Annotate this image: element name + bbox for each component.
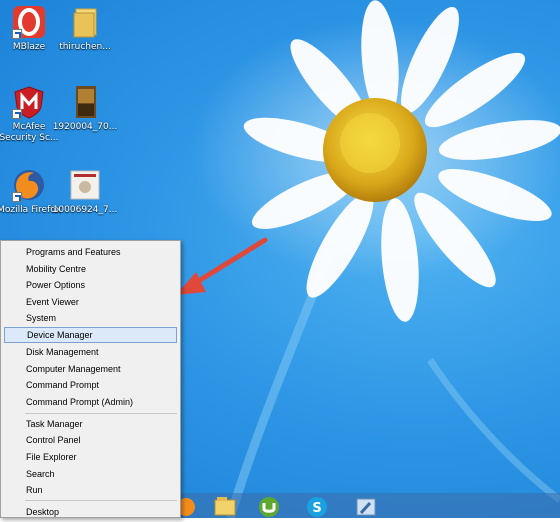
firefox-icon [12, 168, 46, 202]
taskbar-app-button[interactable] [348, 493, 382, 518]
mblaze-icon [12, 5, 46, 39]
desktop-icon-folder[interactable]: thiruchen... [50, 5, 120, 53]
utorrent-icon [259, 497, 279, 517]
icon-label: 1920004_70... [52, 122, 118, 132]
menu-item-file-explorer[interactable]: File Explorer [4, 449, 177, 465]
icon-label: thiruchen... [59, 42, 111, 52]
menu-item-device-manager[interactable]: Device Manager [4, 327, 177, 343]
menu-item-run[interactable]: Run [4, 482, 177, 498]
image-file-icon [68, 168, 102, 202]
icon-label: 10006924_7... [52, 205, 118, 215]
menu-item-computer-management[interactable]: Computer Management [4, 361, 177, 377]
menu-separator [25, 500, 177, 501]
menu-item-command-prompt[interactable]: Command Prompt [4, 377, 177, 393]
menu-item-system[interactable]: System [4, 310, 177, 326]
menu-item-programs-and-features[interactable]: Programs and Features [4, 244, 177, 260]
folder-icon [68, 5, 102, 39]
menu-item-control-panel[interactable]: Control Panel [4, 432, 177, 448]
winx-context-menu: Programs and Features Mobility Centre Po… [0, 240, 181, 518]
menu-item-disk-management[interactable]: Disk Management [4, 344, 177, 360]
menu-item-event-viewer[interactable]: Event Viewer [4, 294, 177, 310]
desktop-icon-photo[interactable]: 1920004_70... [50, 85, 120, 133]
desktop-icon-image[interactable]: 10006924_7... [50, 168, 120, 216]
taskbar-skype-button[interactable]: S [300, 493, 334, 518]
taskbar-firefox-button[interactable] [176, 493, 210, 518]
taskbar-file-explorer-button[interactable] [208, 493, 242, 518]
mcafee-shield-icon [12, 85, 46, 119]
skype-icon: S [307, 497, 327, 517]
menu-item-mobility-centre[interactable]: Mobility Centre [4, 261, 177, 277]
menu-item-task-manager[interactable]: Task Manager [4, 416, 177, 432]
app-icon [356, 498, 376, 516]
firefox-icon [177, 498, 195, 516]
menu-item-power-options[interactable]: Power Options [4, 277, 177, 293]
photo-icon [68, 85, 102, 119]
menu-item-search[interactable]: Search [4, 466, 177, 482]
svg-text:S: S [312, 501, 321, 516]
menu-separator [25, 413, 177, 414]
menu-item-command-prompt-admin[interactable]: Command Prompt (Admin) [4, 394, 177, 410]
taskbar-utorrent-button[interactable] [252, 493, 286, 518]
file-explorer-icon [214, 497, 236, 516]
